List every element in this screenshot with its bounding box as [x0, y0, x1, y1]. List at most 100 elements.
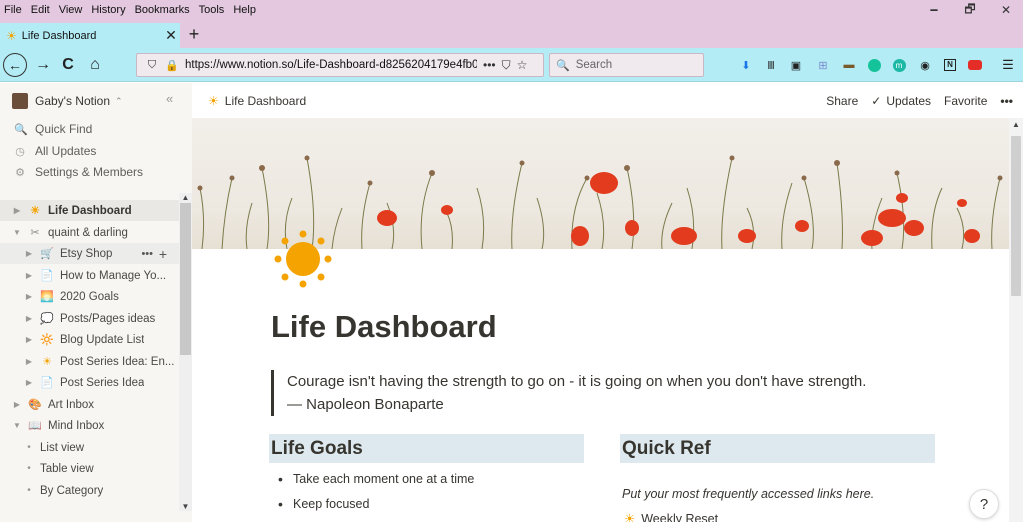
sidebar-item-table-view[interactable]: • Table view — [0, 458, 179, 479]
toggle-icon[interactable]: ▶ — [24, 378, 34, 387]
sidebar-item-mind-inbox[interactable]: ▼ 📖 Mind Inbox — [0, 415, 179, 436]
toggle-icon[interactable]: ▶ — [24, 271, 34, 280]
back-button[interactable]: ← — [3, 53, 27, 77]
more-options-button[interactable]: ••• — [1000, 94, 1013, 108]
quick-ref-note[interactable]: Put your most frequently accessed links … — [620, 487, 935, 501]
notion-icon[interactable]: N — [941, 56, 959, 74]
menu-edit[interactable]: Edit — [31, 4, 50, 16]
search-icon: 🔍 — [556, 59, 570, 72]
share-button[interactable]: Share — [826, 94, 858, 108]
sun-icon: ☀ — [6, 28, 17, 43]
sidebar-item-post-series-idea-en[interactable]: ▶ ☀ Post Series Idea: En... — [0, 351, 179, 372]
sidebar-item-list-view[interactable]: • List view — [0, 437, 179, 458]
toggle-icon[interactable]: ▼ — [12, 421, 22, 430]
scroll-down-icon[interactable]: ▼ — [179, 502, 192, 511]
pocket-icon[interactable]: ⛉ — [502, 58, 511, 73]
weekly-reset-link[interactable]: ☀ Weekly Reset — [620, 511, 935, 522]
toggle-icon[interactable]: ▶ — [24, 292, 34, 301]
account-icon[interactable]: ◉ — [916, 56, 934, 74]
sidebar-item-art-inbox[interactable]: ▶ 🎨 Art Inbox — [0, 394, 179, 415]
menu-help[interactable]: Help — [233, 4, 256, 16]
menu-icon[interactable]: ☰ — [999, 56, 1017, 74]
toggle-icon[interactable]: ▶ — [24, 335, 34, 344]
toggle-icon[interactable]: ▶ — [24, 249, 34, 258]
sidebar-item-quaint-darling[interactable]: ▼ ✂ quaint & darling — [0, 222, 179, 243]
sidebar-item-posts-pages-ideas[interactable]: ▶ 💭 Posts/Pages ideas — [0, 308, 179, 329]
list-item[interactable]: Keep focused — [269, 496, 584, 521]
check-icon: ✓ — [871, 93, 882, 108]
scrollbar-thumb[interactable] — [1011, 136, 1021, 296]
download-icon[interactable]: ⬇ — [737, 56, 755, 74]
list-item[interactable]: Take each moment one at a time — [269, 471, 584, 496]
sidebar-item-how-to-manage[interactable]: ▶ 📄 How to Manage Yo... — [0, 265, 179, 286]
quote-block[interactable]: Courage isn't having the strength to go … — [271, 370, 911, 416]
scroll-up-icon[interactable]: ▲ — [1009, 120, 1023, 129]
menu-tools[interactable]: Tools — [199, 4, 225, 16]
extension-icon[interactable]: ▬ — [840, 56, 858, 74]
forward-button[interactable]: → — [30, 52, 56, 78]
page-actions-button[interactable]: ••• — [483, 58, 496, 72]
menu-bookmarks[interactable]: Bookmarks — [135, 4, 190, 16]
thought-bubble-icon: 💭 — [40, 313, 54, 325]
add-page-icon[interactable]: + — [159, 246, 167, 262]
sidebar-item-etsy-shop[interactable]: ▶ 🛒 Etsy Shop ••• + — [0, 243, 179, 264]
tab-life-dashboard[interactable]: ☀ Life Dashboard ✕ — [0, 23, 180, 48]
help-button[interactable]: ? — [969, 489, 999, 519]
close-window-button[interactable]: ✕ — [991, 0, 1021, 20]
menu-view[interactable]: View — [59, 4, 83, 16]
sidebar-item-life-dashboard[interactable]: ▶ ☀ Life Dashboard — [0, 200, 179, 221]
collapse-sidebar-icon[interactable]: « — [166, 91, 173, 106]
life-goals-heading[interactable]: Life Goals — [269, 434, 584, 463]
toggle-icon[interactable]: ▶ — [24, 357, 34, 366]
updates-button[interactable]: Updates — [886, 94, 931, 108]
page-scrollbar[interactable]: ▲ — [1009, 118, 1023, 522]
grammarly-icon[interactable] — [865, 56, 883, 74]
tab-close-button[interactable]: ✕ — [162, 27, 180, 44]
new-tab-button[interactable]: + — [183, 23, 205, 45]
toggle-icon[interactable]: ▶ — [24, 314, 34, 323]
workspace-switcher[interactable]: Gaby's Notion ⌃ — [12, 93, 123, 109]
scroll-up-icon[interactable]: ▲ — [179, 193, 192, 202]
sun-icon[interactable] — [272, 228, 334, 290]
quick-ref-heading[interactable]: Quick Ref — [620, 434, 935, 463]
grid-icon[interactable]: ⊞ — [814, 56, 832, 74]
sidebar-item-label: Art Inbox — [48, 398, 95, 411]
quick-ref-column: Quick Ref Put your most frequently acces… — [620, 434, 935, 522]
favorite-button[interactable]: Favorite — [944, 94, 987, 108]
sidebar-item-2020-goals[interactable]: ▶ 🌅 2020 Goals — [0, 286, 179, 307]
cart-icon: 🛒 — [40, 248, 54, 260]
toggle-icon[interactable]: ▼ — [12, 228, 22, 237]
menu-file[interactable]: File — [4, 4, 22, 16]
sidebar-item-post-series-idea[interactable]: ▶ 📄 Post Series Idea — [0, 372, 179, 393]
all-updates[interactable]: ◷ All Updates — [14, 144, 96, 158]
settings-members[interactable]: ⚙ Settings & Members — [14, 165, 143, 179]
reload-button[interactable]: C — [55, 52, 81, 78]
more-options-icon[interactable]: ••• — [141, 248, 153, 260]
url-text[interactable]: https://www.notion.so/Life-Dashboard-d82… — [185, 59, 477, 71]
library-icon[interactable]: Ⅲ — [762, 56, 780, 74]
reader-icon[interactable]: ▣ — [787, 56, 805, 74]
sunrise-icon: 🌅 — [40, 291, 54, 303]
sidebar-scrollbar[interactable]: ▲ ▼ — [179, 193, 192, 511]
sidebar-item-blog-update-list[interactable]: ▶ 🔆 Blog Update List — [0, 329, 179, 350]
scrollbar-thumb[interactable] — [180, 203, 191, 355]
quick-find[interactable]: 🔍 Quick Find — [14, 122, 92, 136]
search-field[interactable]: 🔍 Search — [549, 53, 704, 77]
lock-icon[interactable]: 🔒 — [163, 59, 181, 72]
menu-history[interactable]: History — [91, 4, 125, 16]
page-title[interactable]: Life Dashboard — [271, 309, 497, 345]
restore-button[interactable]: 🗗 — [955, 0, 985, 20]
sidebar-item-label: Mind Inbox — [48, 419, 105, 432]
m-icon[interactable]: m — [890, 56, 908, 74]
sidebar-item-label: How to Manage Yo... — [60, 269, 167, 282]
home-button[interactable]: ⌂ — [82, 52, 108, 78]
breadcrumb[interactable]: ☀ Life Dashboard — [208, 94, 306, 108]
shield-icon[interactable]: ⛉ — [143, 59, 161, 72]
url-bar[interactable]: ⛉ 🔒 https://www.notion.so/Life-Dashboard… — [136, 53, 544, 77]
toggle-icon[interactable]: ▶ — [12, 400, 22, 409]
bookmark-star-icon[interactable]: ☆ — [517, 58, 528, 72]
toggle-icon[interactable]: ▶ — [12, 206, 22, 215]
sidebar-item-by-category[interactable]: • By Category — [0, 480, 179, 501]
youtube-icon[interactable] — [966, 56, 984, 74]
minimize-button[interactable]: 🗕 — [919, 0, 949, 20]
